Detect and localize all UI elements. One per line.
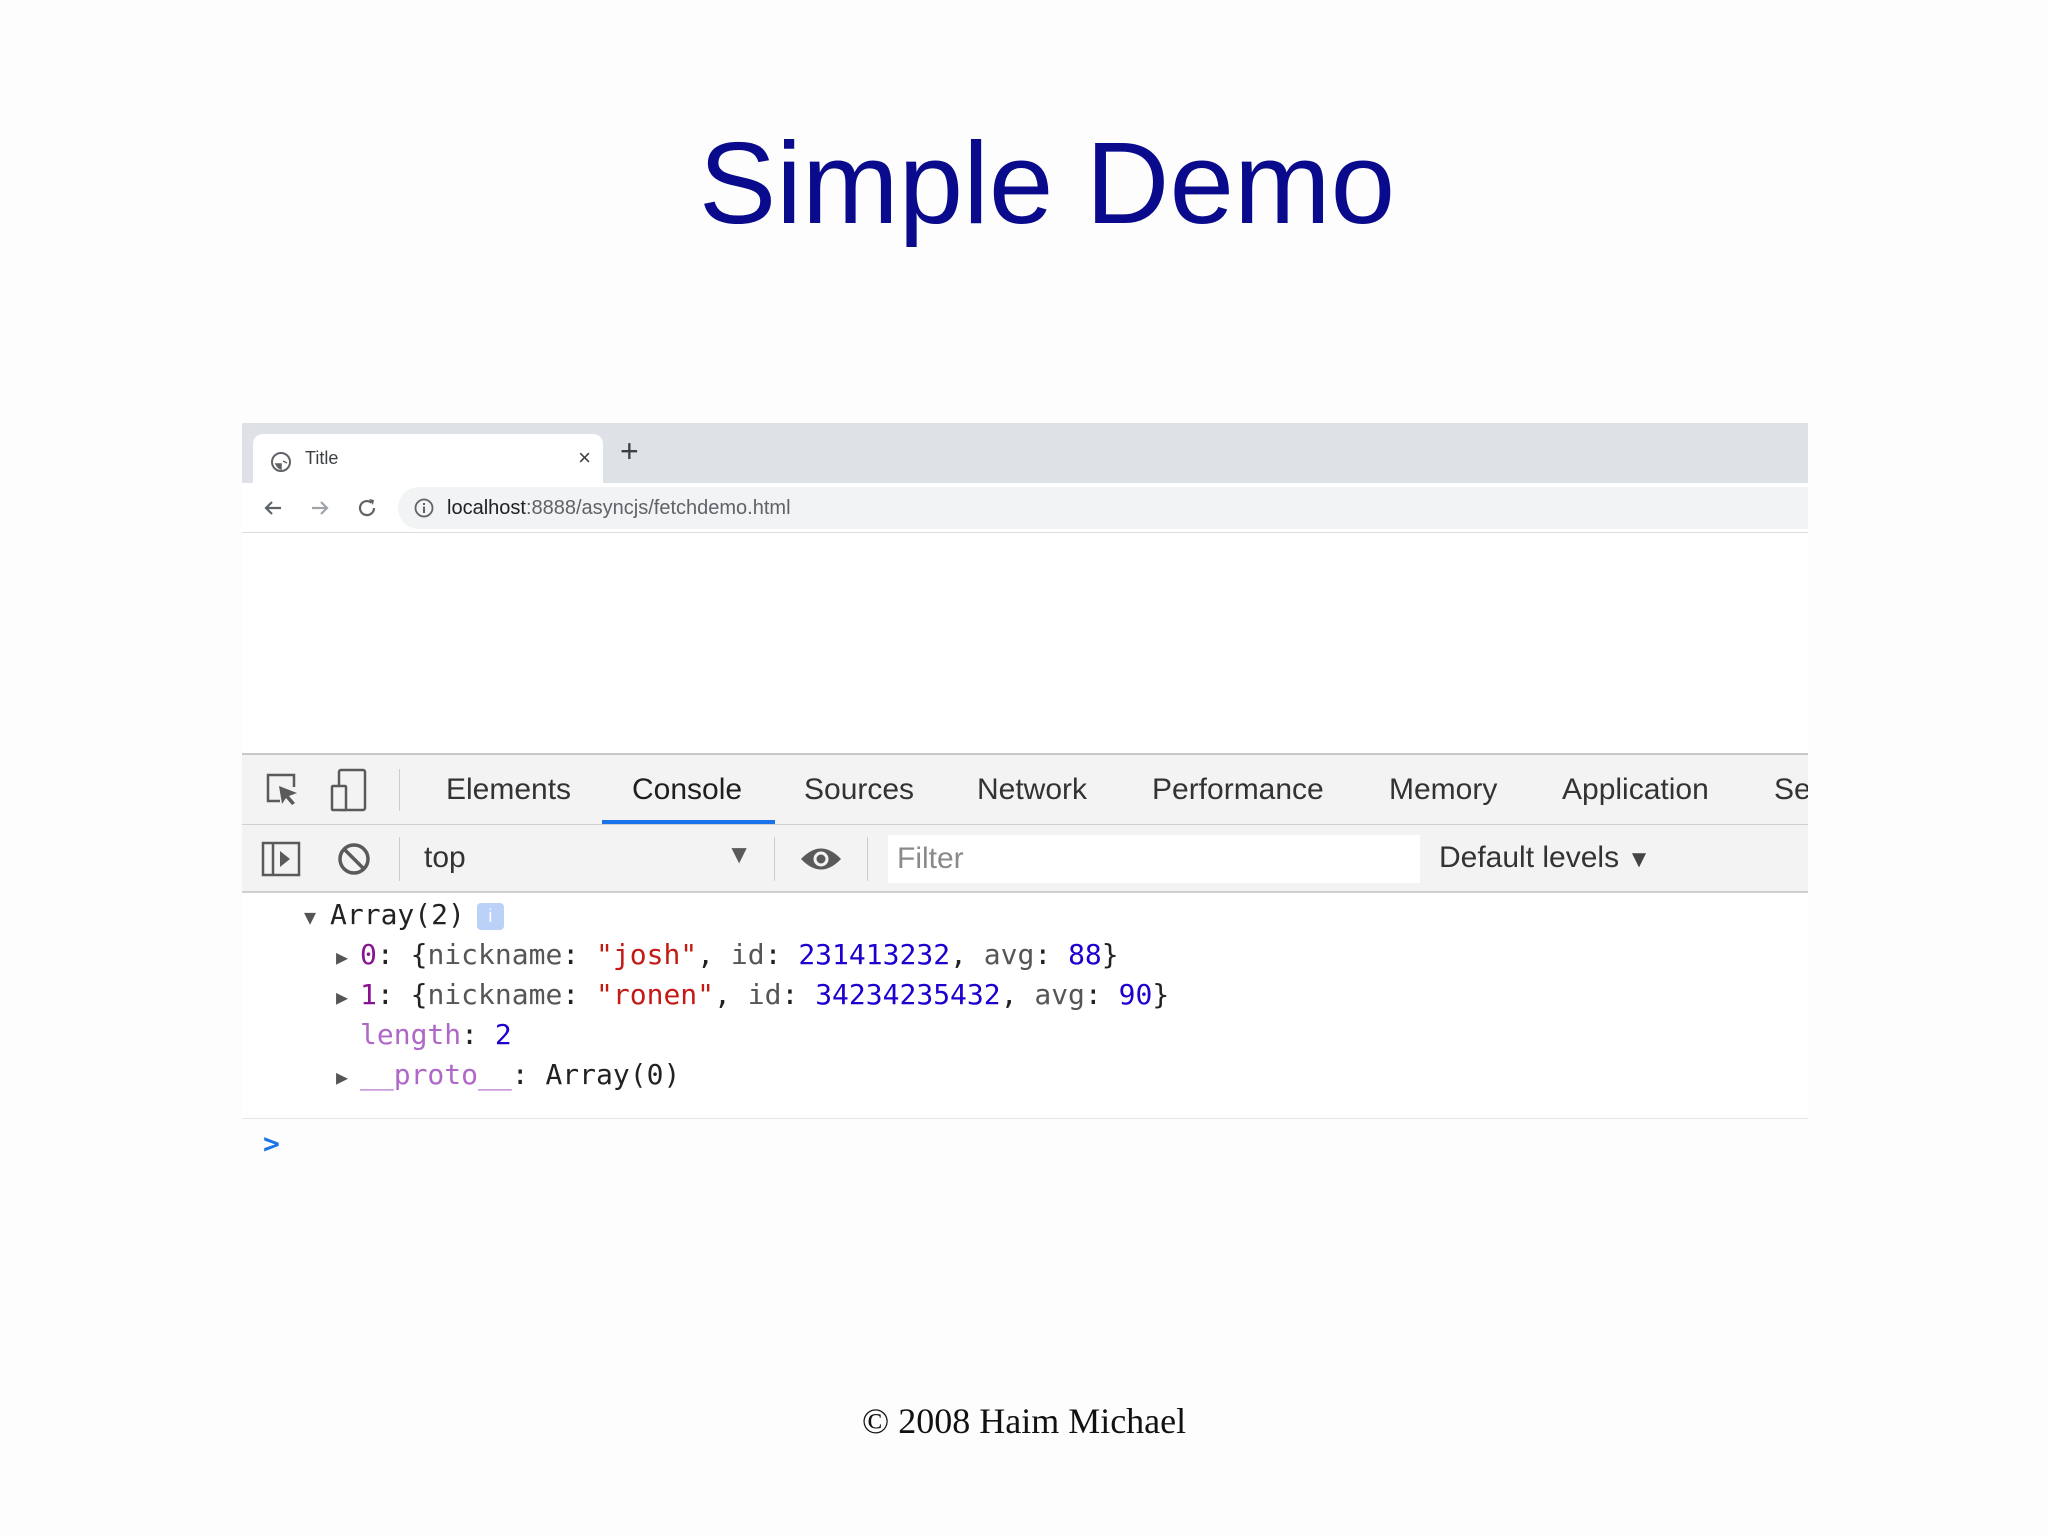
- inspect-element-icon: [266, 773, 297, 805]
- tab-elements[interactable]: Elements: [446, 773, 571, 807]
- toolbar-divider: [867, 837, 868, 881]
- console-item-row[interactable]: 0: {nickname: "josh", id: 231413232, avg…: [360, 935, 1119, 975]
- device-toolbar-button[interactable]: [328, 767, 370, 813]
- inspect-element-button[interactable]: [262, 769, 304, 811]
- item-id: 231413232: [798, 938, 951, 971]
- devtools-tab-bar: Elements Console Sources Network Perform…: [242, 755, 1808, 825]
- filter-input[interactable]: [888, 835, 1420, 883]
- sidebar-toggle-button[interactable]: [260, 839, 302, 879]
- new-tab-button[interactable]: +: [620, 435, 639, 467]
- item-avg: 88: [1068, 938, 1102, 971]
- tab-performance[interactable]: Performance: [1152, 773, 1324, 807]
- item-id: 34234235432: [815, 978, 1001, 1011]
- eye-icon: [801, 848, 841, 870]
- tab-title: Title: [305, 448, 339, 468]
- browser-window: Title × + localhost:8888/asyncjs/fetchde…: [242, 423, 1808, 1160]
- clear-console-button[interactable]: [334, 839, 374, 879]
- toolbar-divider: [774, 837, 775, 881]
- context-value: top: [424, 841, 466, 874]
- address-bar[interactable]: localhost:8888/asyncjs/fetchdemo.html: [398, 487, 1808, 529]
- slide-title: Simple Demo: [698, 118, 1396, 248]
- length-value: 2: [494, 1018, 512, 1051]
- collapse-arrow-icon[interactable]: ▼: [304, 905, 316, 929]
- browser-toolbar: localhost:8888/asyncjs/fetchdemo.html: [242, 483, 1808, 533]
- tab-close-button[interactable]: ×: [578, 445, 591, 471]
- array-label: Array(2): [330, 898, 465, 931]
- item-nickname: "ronen": [596, 978, 715, 1011]
- expand-arrow-icon[interactable]: ▶: [336, 985, 348, 1009]
- item-nickname: "josh": [596, 938, 698, 971]
- globe-icon: [271, 452, 291, 472]
- info-icon: [414, 498, 434, 518]
- console-toolbar: top ▼ Default levels ▼: [242, 825, 1808, 893]
- url-text: localhost:8888/asyncjs/fetchdemo.html: [447, 497, 791, 520]
- tab-more[interactable]: Se: [1774, 773, 1808, 807]
- active-tab-indicator: [602, 820, 775, 824]
- back-arrow-icon: [264, 501, 281, 515]
- reload-icon: [358, 499, 376, 517]
- back-button[interactable]: [256, 491, 290, 525]
- toolbar-divider: [399, 769, 400, 811]
- forward-arrow-icon: [312, 501, 329, 515]
- clear-console-icon: [338, 843, 370, 875]
- tab-application[interactable]: Application: [1562, 773, 1709, 807]
- console-proto-row[interactable]: __proto__: Array(0): [360, 1055, 680, 1095]
- tab-sources[interactable]: Sources: [804, 773, 914, 807]
- tab-console[interactable]: Console: [632, 773, 742, 807]
- expand-arrow-icon[interactable]: ▶: [336, 945, 348, 969]
- item-avg: 90: [1118, 978, 1153, 1011]
- copyright-footer: © 2008 Haim Michael: [861, 1401, 1187, 1441]
- device-toolbar-icon: [330, 768, 367, 812]
- tab-memory[interactable]: Memory: [1389, 773, 1497, 807]
- expand-arrow-icon[interactable]: ▶: [336, 1065, 348, 1089]
- item-index: 0: [360, 938, 377, 971]
- info-badge-icon[interactable]: i: [476, 902, 504, 930]
- reload-button[interactable]: [350, 491, 384, 525]
- console-output: ▼ Array(2) i ▶ 0: {nickname: "josh", id: …: [242, 895, 1808, 1160]
- proto-key: __proto__: [360, 1058, 512, 1091]
- tab-strip: Title × +: [242, 423, 1808, 483]
- url-host: localhost: [447, 497, 526, 519]
- context-selector[interactable]: top ▼: [422, 837, 752, 881]
- live-expression-button[interactable]: [798, 839, 844, 879]
- dropdown-arrow-icon: ▼: [726, 839, 752, 869]
- forward-button[interactable]: [303, 491, 337, 525]
- tab-network[interactable]: Network: [977, 773, 1087, 807]
- console-item-row[interactable]: 1: {nickname: "ronen", id: 34234235432, …: [360, 975, 1169, 1015]
- toolbar-divider: [399, 837, 400, 881]
- console-divider: [242, 1118, 1808, 1119]
- sidebar-toggle-icon: [261, 841, 301, 877]
- length-key: length: [360, 1018, 462, 1051]
- console-prompt[interactable]: >: [263, 1127, 280, 1160]
- item-index: 1: [360, 978, 377, 1011]
- log-levels-label: Default levels: [1439, 841, 1620, 874]
- proto-value: Array(0): [545, 1058, 681, 1091]
- devtools-panel: Elements Console Sources Network Perform…: [242, 753, 1808, 1160]
- console-length-row: length: 2: [360, 1018, 512, 1051]
- dropdown-arrow-icon: ▼: [1627, 846, 1651, 873]
- log-levels-dropdown[interactable]: Default levels ▼: [1439, 841, 1651, 875]
- url-path: :8888/asyncjs/fetchdemo.html: [525, 497, 791, 519]
- browser-tab[interactable]: Title ×: [253, 434, 603, 483]
- console-array-header[interactable]: Array(2) i: [330, 895, 504, 935]
